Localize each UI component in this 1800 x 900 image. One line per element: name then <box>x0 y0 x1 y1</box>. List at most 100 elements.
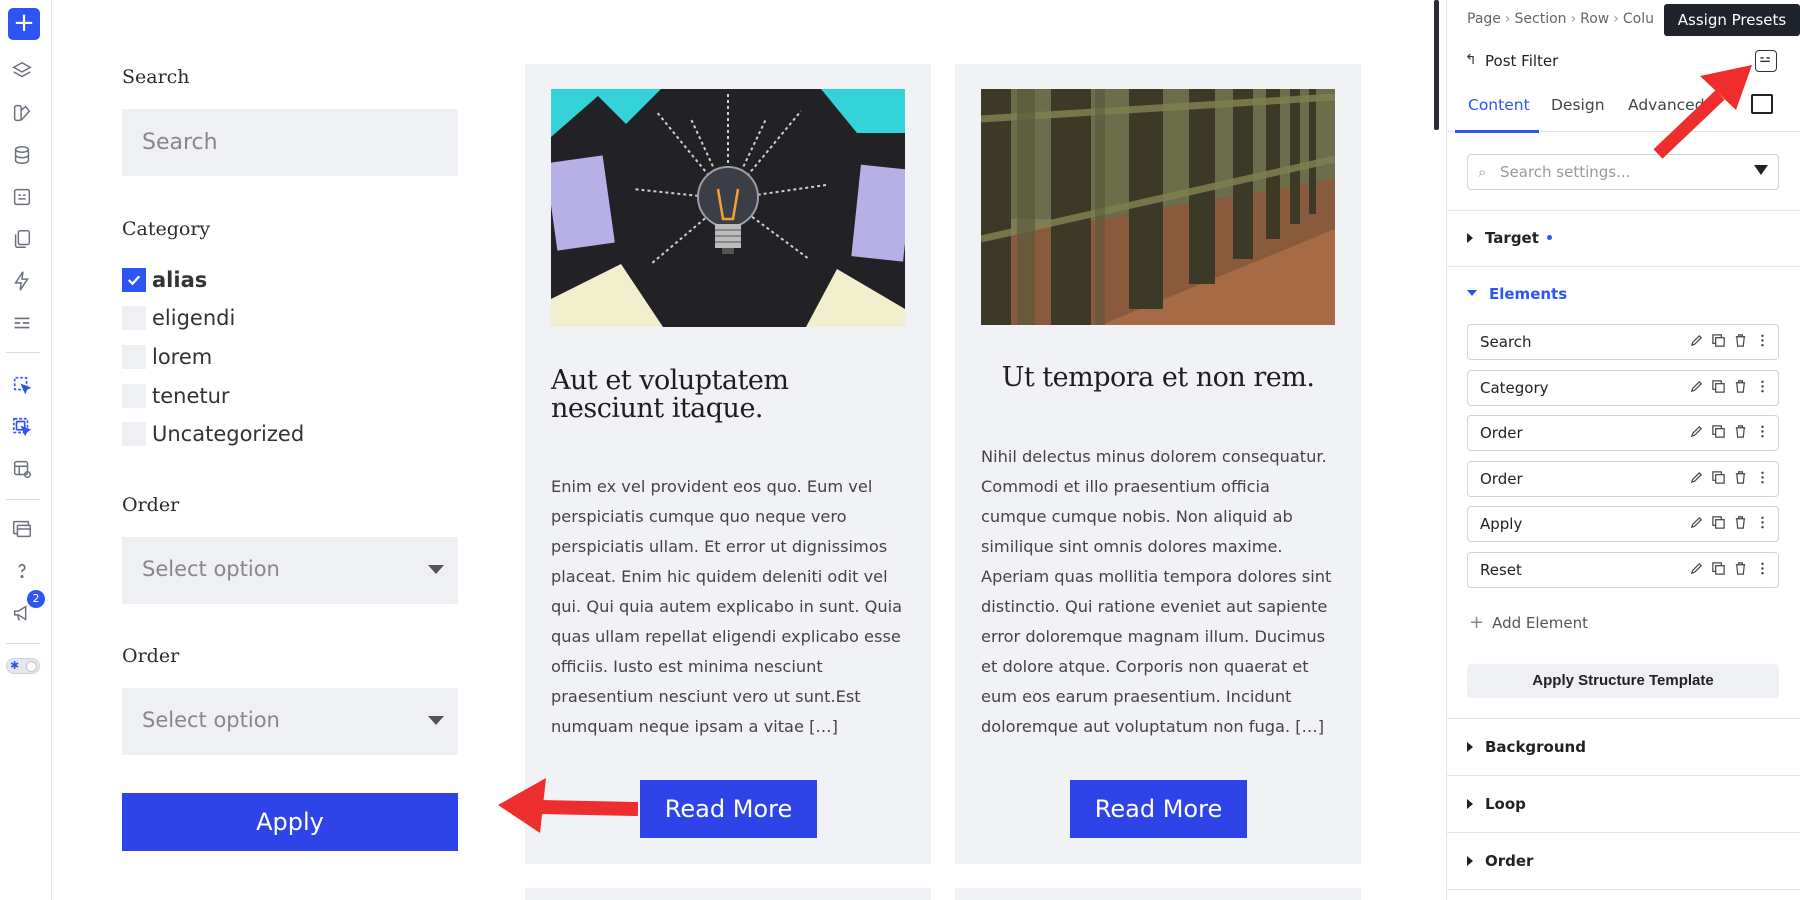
tab-design[interactable]: Design <box>1551 96 1605 114</box>
element-row[interactable]: Category <box>1467 370 1779 406</box>
lightning-icon[interactable] <box>10 269 34 293</box>
duplicate-icon[interactable] <box>1711 561 1726 576</box>
filter-icon[interactable] <box>1754 165 1768 175</box>
element-name: Search <box>1480 333 1532 351</box>
canvas-scrollbar[interactable] <box>1434 0 1439 130</box>
panel-tabs: Content Design Advanced <box>1447 94 1800 133</box>
pointer-icon[interactable] <box>10 373 34 397</box>
apply-button[interactable]: Apply <box>122 793 458 851</box>
add-button[interactable]: + <box>8 8 40 40</box>
assign-presets-icon[interactable] <box>1755 50 1777 72</box>
toolbar-divider <box>6 499 40 500</box>
template-icon[interactable] <box>10 457 34 481</box>
database-icon[interactable] <box>10 143 34 167</box>
edit-icon[interactable] <box>1689 470 1704 485</box>
apply-structure-template-button[interactable]: Apply Structure Template <box>1467 664 1779 698</box>
settings-search[interactable]: ⌕ Search settings... <box>1467 154 1779 190</box>
edit-icon[interactable] <box>1689 515 1704 530</box>
category-option[interactable]: lorem <box>122 342 212 372</box>
trash-icon[interactable] <box>1733 379 1748 394</box>
trash-icon[interactable] <box>1733 515 1748 530</box>
layers-icon[interactable] <box>10 59 34 83</box>
breadcrumb-item[interactable]: Page <box>1467 11 1501 27</box>
breadcrumb-separator-icon: › <box>1613 11 1619 27</box>
post-title[interactable]: Ut tempora et non rem. <box>981 364 1335 392</box>
post-excerpt: Enim ex vel provident eos quo. Eum vel p… <box>551 477 903 736</box>
module-title: Post Filter <box>1485 52 1559 70</box>
duplicate-icon[interactable] <box>1711 470 1726 485</box>
category-option[interactable]: Uncategorized <box>122 419 304 449</box>
element-name: Reset <box>1480 561 1522 579</box>
category-option[interactable]: tenetur <box>122 381 230 411</box>
trash-icon[interactable] <box>1733 333 1748 348</box>
section-elements[interactable]: Elements <box>1467 285 1567 303</box>
section-loop[interactable]: Loop <box>1467 795 1526 813</box>
checkbox[interactable] <box>122 345 146 369</box>
checkbox-checked[interactable] <box>122 268 146 292</box>
duplicate-icon[interactable] <box>1711 333 1726 348</box>
duplicate-icon[interactable] <box>1711 515 1726 530</box>
help-icon[interactable] <box>10 559 34 583</box>
palette-icon[interactable] <box>10 101 34 125</box>
order-select[interactable]: Select option <box>122 688 458 755</box>
caret-right-icon <box>1467 856 1473 866</box>
post-image[interactable] <box>551 89 905 327</box>
read-more-button[interactable]: Read More <box>1070 780 1247 838</box>
breadcrumb-item[interactable]: Colu <box>1623 11 1654 27</box>
breadcrumb-item[interactable]: Row <box>1580 11 1609 27</box>
edit-icon[interactable] <box>1689 424 1704 439</box>
more-icon[interactable] <box>1755 424 1770 439</box>
edit-icon[interactable] <box>1689 561 1704 576</box>
preset-icon[interactable] <box>10 185 34 209</box>
more-icon[interactable] <box>1755 470 1770 485</box>
trash-icon[interactable] <box>1733 424 1748 439</box>
read-more-button[interactable]: Read More <box>640 780 817 838</box>
search-input[interactable] <box>122 109 458 176</box>
add-element-button[interactable]: + Add Element <box>1469 612 1588 633</box>
windows-icon[interactable] <box>10 517 34 541</box>
post-card: Aut et voluptatem nesciunt itaque. Enim … <box>525 64 931 864</box>
pages-icon[interactable] <box>10 227 34 251</box>
checkbox[interactable] <box>122 306 146 330</box>
edit-icon[interactable] <box>1689 333 1704 348</box>
duplicate-icon[interactable] <box>1711 424 1726 439</box>
checkbox[interactable] <box>122 422 146 446</box>
tab-content[interactable]: Content <box>1468 96 1530 114</box>
more-icon[interactable] <box>1755 333 1770 348</box>
category-option[interactable]: alias <box>122 265 207 295</box>
more-icon[interactable] <box>1755 561 1770 576</box>
element-row[interactable]: Search <box>1467 324 1779 360</box>
element-row[interactable]: Order <box>1467 461 1779 497</box>
post-title[interactable]: Aut et voluptatem nesciunt itaque. <box>551 367 905 423</box>
checkbox[interactable] <box>122 384 146 408</box>
more-icon[interactable] <box>1755 379 1770 394</box>
pointer-multi-icon[interactable] <box>10 415 34 439</box>
duplicate-icon[interactable] <box>1711 379 1726 394</box>
expand-icon[interactable] <box>1751 94 1773 114</box>
layout-icon[interactable] <box>10 311 34 335</box>
section-divider <box>1447 718 1800 719</box>
section-background[interactable]: Background <box>1467 738 1586 756</box>
section-target[interactable]: Target <box>1467 229 1552 247</box>
toolbar-divider <box>6 643 40 644</box>
trash-icon[interactable] <box>1733 561 1748 576</box>
tab-advanced[interactable]: Advanced <box>1628 96 1705 114</box>
back-arrow-icon[interactable]: ↰ <box>1465 52 1477 68</box>
breadcrumb-item[interactable]: Section <box>1515 11 1567 27</box>
section-order[interactable]: Order <box>1467 852 1533 870</box>
order-select[interactable]: Select option <box>122 537 458 604</box>
post-card-partial <box>525 888 931 900</box>
trash-icon[interactable] <box>1733 470 1748 485</box>
edit-icon[interactable] <box>1689 379 1704 394</box>
theme-toggle[interactable]: ✱ <box>6 658 40 674</box>
element-row[interactable]: Reset <box>1467 552 1779 588</box>
category-option[interactable]: eligendi <box>122 303 235 333</box>
more-icon[interactable] <box>1755 515 1770 530</box>
element-row[interactable]: Apply <box>1467 506 1779 542</box>
category-option-label: alias <box>152 268 208 292</box>
post-image[interactable] <box>981 89 1335 325</box>
category-option-label: tenetur <box>152 384 230 408</box>
element-row[interactable]: Order <box>1467 415 1779 451</box>
order-select-value: Select option <box>142 708 280 732</box>
order-label: Order <box>122 645 180 667</box>
